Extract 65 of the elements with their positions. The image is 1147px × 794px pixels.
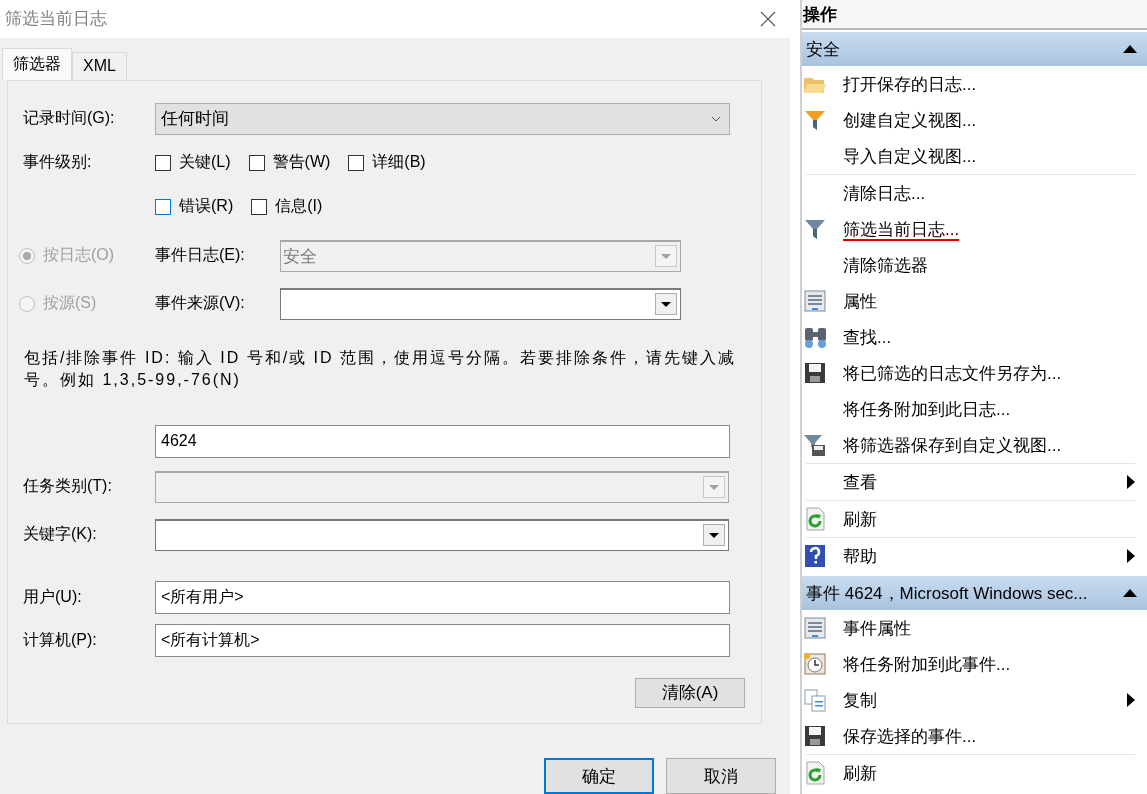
clock-icon	[803, 652, 827, 676]
refresh-icon	[803, 761, 827, 785]
ok-button[interactable]: 确定	[544, 758, 654, 794]
field-label: 计算机(P):	[23, 629, 98, 650]
action-item[interactable]: 事件属性	[802, 610, 1147, 646]
field-label: 用户(U):	[23, 586, 83, 607]
action-item[interactable]: 刷新	[802, 501, 1147, 537]
cancel-button[interactable]: 取消	[666, 758, 776, 794]
action-item[interactable]: 创建自定义视图...	[802, 102, 1147, 138]
field-label: 事件级别:	[23, 152, 93, 173]
instruction-text: 包括/排除事件 ID: 输入 ID 号和/或 ID 范围，使用逗号分隔。若要排除条件，请先键入减号。例如 1,3,5-99,-76(N)	[24, 347, 737, 390]
checkbox[interactable]: 警告(W)	[248, 152, 331, 174]
action-item[interactable]: 将任务附加到此事件...	[802, 646, 1147, 682]
action-item[interactable]: 帮助	[802, 538, 1147, 574]
collapse-triangle-icon[interactable]	[1123, 45, 1137, 53]
funnel-icon	[803, 108, 827, 132]
action-item[interactable]: 刷新	[802, 755, 1147, 791]
submenu-arrow-icon	[1127, 549, 1135, 563]
tab[interactable]: 筛选器	[2, 47, 72, 80]
collapse-triangle-icon[interactable]	[1123, 589, 1137, 597]
field-label: 事件来源(V):	[155, 293, 246, 314]
checkbox[interactable]: 关键(L)	[155, 152, 231, 174]
field-label: 事件日志(E):	[155, 245, 246, 266]
checkbox[interactable]: 错误(R)	[155, 196, 234, 218]
action-item[interactable]: 将任务附加到此日志...	[802, 391, 1147, 427]
clear-button[interactable]: 清除(A)	[635, 677, 745, 708]
action-item[interactable]: 导入自定义视图...	[802, 138, 1147, 174]
action-item[interactable]: 清除筛选器	[802, 247, 1147, 283]
window-title: 筛选当前日志	[5, 8, 107, 31]
pane-title: 操作	[802, 0, 1147, 30]
copy-icon	[803, 688, 827, 712]
submenu-arrow-icon	[1127, 475, 1135, 489]
funnel-icon	[803, 217, 827, 241]
properties-icon	[803, 616, 827, 640]
action-item[interactable]: 复制	[802, 682, 1147, 718]
user-field[interactable]: <所有用户>	[155, 580, 730, 614]
event-id-field[interactable]: 4624	[155, 424, 730, 458]
funnel-icon	[803, 433, 827, 457]
section-header[interactable]: 事件 4624，Microsoft Windows sec...	[802, 576, 1147, 610]
close-icon[interactable]	[760, 10, 776, 27]
action-item[interactable]: 属性	[802, 283, 1147, 319]
action-item[interactable]: 将筛选器保存到自定义视图...	[802, 427, 1147, 463]
action-item[interactable]: 清除日志...	[802, 175, 1147, 211]
action-item[interactable]: 保存选择的事件...	[802, 718, 1147, 754]
help-icon	[803, 544, 827, 568]
action-item[interactable]: 查找...	[802, 319, 1147, 355]
action-item[interactable]: 查看	[802, 464, 1147, 500]
computer-field[interactable]: <所有计算机>	[155, 623, 730, 657]
refresh-icon	[803, 507, 827, 531]
action-item[interactable]: 打开保存的日志...	[802, 66, 1147, 102]
action-item[interactable]: 筛选当前日志...	[802, 211, 1147, 247]
properties-icon	[803, 289, 827, 313]
checkbox[interactable]: 信息(I)	[251, 196, 323, 218]
submenu-arrow-icon	[1127, 693, 1135, 707]
checkbox[interactable]: 详细(B)	[348, 152, 426, 174]
time-dropdown[interactable]: 任何时间	[155, 102, 730, 135]
tab[interactable]: XML	[72, 51, 127, 80]
field-label: 任务类别(T):	[23, 476, 113, 497]
action-item[interactable]: 将已筛选的日志文件另存为...	[802, 355, 1147, 391]
section-header[interactable]: 安全	[802, 32, 1147, 66]
keywords-dropdown[interactable]	[155, 518, 729, 551]
field-label: 记录时间(G):	[23, 108, 116, 129]
field-label: 关键字(K):	[23, 524, 98, 545]
chevron-down-icon	[711, 115, 721, 122]
binoculars-icon	[803, 325, 829, 349]
